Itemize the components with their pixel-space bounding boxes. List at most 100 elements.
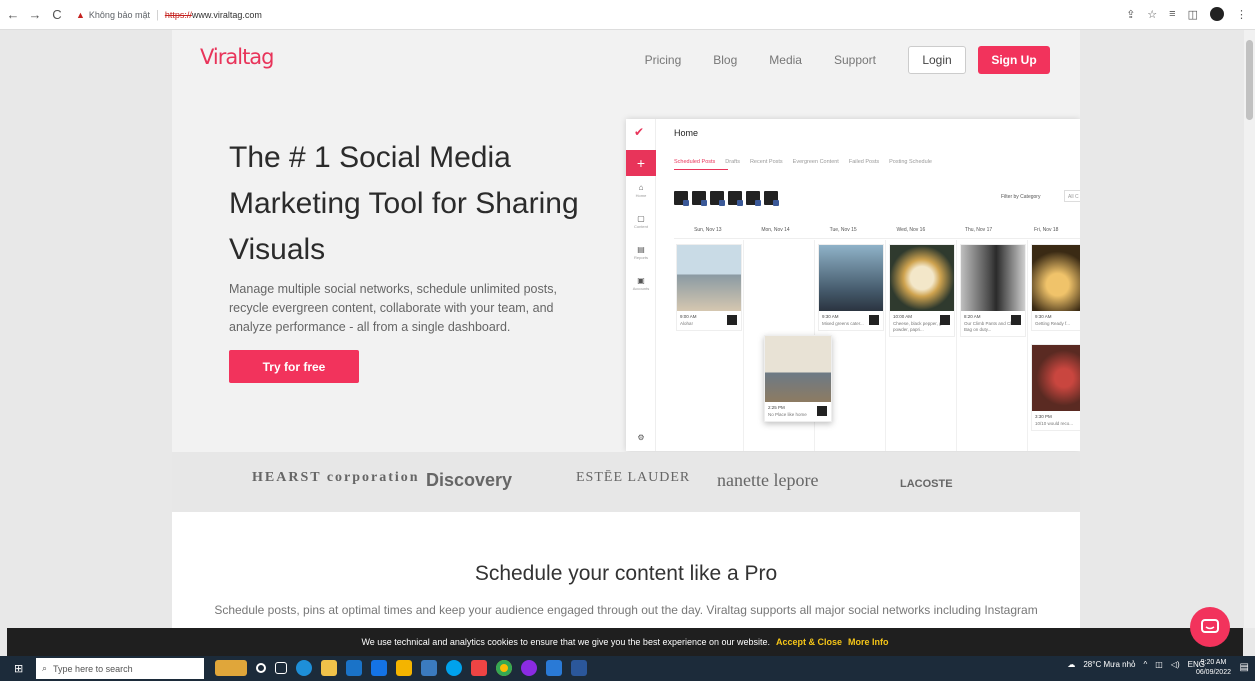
dragged-post-card: 2:25 PM No Place like home (764, 335, 832, 422)
vscode-icon[interactable] (546, 660, 562, 676)
account-avatar (817, 406, 827, 416)
post-time: 9:30 AM (1035, 314, 1052, 319)
nav-blog[interactable]: Blog (713, 53, 737, 67)
task-view-icon[interactable] (275, 662, 287, 674)
url-host[interactable]: www.viraltag.com (192, 10, 262, 20)
account-avatar (728, 191, 743, 206)
account-avatar (710, 191, 725, 206)
network-icon[interactable]: ◫ (1155, 660, 1163, 669)
day-label: Sun, Nov 13 (694, 227, 722, 233)
main-nav: Pricing Blog Media Support Login Sign Up (645, 46, 1050, 74)
mockup-side-content: ▢ Content (626, 214, 656, 229)
url-scheme[interactable]: https:// (165, 10, 192, 20)
windows-taskbar: ⊞ ⌕ Type here to search ☁ 28°C Mưa nhỏ ^… (0, 656, 1255, 681)
site-header: Viraltag Pricing Blog Media Support Logi… (172, 30, 1080, 90)
post-image (961, 245, 1025, 311)
reading-list-icon[interactable]: ≡ (1169, 8, 1175, 20)
mockup-side-reports: ▤ Reports (626, 245, 656, 260)
calendar-column: 9:30 AM Getting Ready f... 3:30 PM 10/10… (1029, 240, 1080, 451)
mockup-calendar-header: Sun, Nov 13 Mon, Nov 14 Tue, Nov 15 Wed,… (674, 227, 1080, 239)
widgets-icon[interactable] (215, 660, 247, 676)
edge-icon[interactable] (296, 660, 312, 676)
app-icon[interactable] (471, 660, 487, 676)
nav-media[interactable]: Media (769, 53, 802, 67)
day-label: Wed, Nov 16 (896, 227, 926, 233)
brand-hearst: HEARST corporation (252, 470, 420, 485)
volume-icon[interactable]: ◁) (1171, 660, 1180, 669)
accounts-icon: ▣ (637, 276, 645, 285)
scrollbar-thumb[interactable] (1246, 40, 1253, 120)
try-for-free-button[interactable]: Try for free (229, 350, 359, 383)
mockup-sidebar: ✔ + ⌂ Home ▢ Content ▤ Reports ▣ Accounts ⚙ (626, 119, 656, 451)
mockup-tab-drafts: Drafts (725, 159, 740, 165)
accept-close-link[interactable]: Accept & Close (776, 637, 842, 647)
post-image (1032, 345, 1080, 411)
post-image (765, 336, 831, 402)
post-card: 9:30 AM Getting Ready f... (1031, 244, 1080, 331)
app-mockup-image: ✔ + ⌂ Home ▢ Content ▤ Reports ▣ Accounts ⚙ … (626, 119, 1080, 451)
reload-button[interactable]: C (48, 7, 66, 22)
mockup-tab-scheduled: Scheduled Posts (674, 159, 716, 165)
url-separator: | (155, 8, 159, 21)
content-icon: ▢ (637, 214, 645, 223)
brand-estee-lauder: ESTĒE LAUDER (576, 470, 691, 485)
weather-text[interactable]: 28°C Mưa nhỏ (1083, 660, 1135, 669)
signup-button[interactable]: Sign Up (978, 46, 1050, 74)
clock-date: 06/09/2022 (1195, 669, 1231, 676)
profile-avatar[interactable] (1210, 7, 1224, 21)
post-card: 9:00 AM Aloha! (676, 244, 742, 331)
calendar-column: 9:00 AM Aloha! (674, 240, 744, 451)
skype-icon[interactable] (446, 660, 462, 676)
more-info-link[interactable]: More Info (848, 637, 889, 647)
weather-icon[interactable]: ☁ (1067, 660, 1075, 669)
taskbar-search[interactable]: ⌕ Type here to search (36, 658, 204, 679)
share-icon[interactable]: ⇪ (1126, 8, 1135, 21)
tray-chevron-icon[interactable]: ^ (1144, 660, 1148, 669)
chat-icon (1201, 619, 1219, 633)
mail-icon[interactable] (371, 660, 387, 676)
mockup-tab-failed: Failed Posts (848, 159, 880, 165)
viraltag-logo[interactable]: Viraltag (200, 45, 275, 69)
taskbar-clock[interactable]: 9:20 AM 06/09/2022 (1196, 658, 1231, 678)
post-image (819, 245, 883, 311)
post-image (677, 245, 741, 311)
nav-support[interactable]: Support (834, 53, 876, 67)
account-avatar (692, 191, 707, 206)
word-icon[interactable] (571, 660, 587, 676)
account-avatar (746, 191, 761, 206)
database-icon[interactable] (421, 660, 437, 676)
section-title: Schedule your content like a Pro (474, 562, 778, 585)
login-button[interactable]: Login (908, 46, 966, 74)
mockup-logo-icon: ✔ (634, 125, 645, 139)
cortana-icon[interactable] (256, 663, 266, 673)
chat-widget-button[interactable] (1190, 607, 1230, 647)
forward-button[interactable]: → (26, 7, 44, 22)
notification-icon[interactable]: ▤ (1240, 662, 1249, 673)
warning-icon: ▲ (76, 9, 85, 20)
mockup-tab-evergreen: Evergreen Content (792, 159, 839, 165)
browser-icon[interactable] (521, 660, 537, 676)
account-avatar (764, 191, 779, 206)
chrome-icon[interactable] (496, 660, 512, 676)
webpage: Viraltag Pricing Blog Media Support Logi… (172, 30, 1080, 628)
hero-title: The # 1 Social Media Marketing Tool for … (229, 141, 579, 266)
menu-kebab-icon[interactable]: ⋮ (1236, 8, 1247, 21)
bookmark-star-icon[interactable]: ☆ (1147, 8, 1157, 21)
back-button[interactable]: ← (4, 7, 22, 22)
security-status[interactable]: Không bảo mật (89, 10, 150, 20)
system-tray: ☁ 28°C Mưa nhỏ ^ ◫ ◁) ENG (1067, 660, 1205, 669)
mockup-tab-recent: Recent Posts (749, 159, 783, 165)
browser-actions: ⇪ ☆ ≡ ◫ ⋮ (1126, 7, 1247, 21)
nav-pricing[interactable]: Pricing (645, 53, 682, 67)
mockup-settings-icon: ⚙ (637, 433, 645, 442)
mockup-side-home: ⌂ Home (626, 183, 656, 198)
mockup-filter-select: All C (1064, 190, 1080, 202)
account-avatar (727, 315, 737, 325)
home-icon: ⌂ (638, 183, 644, 192)
sticky-notes-icon[interactable] (396, 660, 412, 676)
file-explorer-icon[interactable] (321, 660, 337, 676)
windows-start-icon[interactable]: ⊞ (14, 662, 23, 675)
store-icon[interactable] (346, 660, 362, 676)
brand-lacoste: LACOSTE (900, 478, 953, 490)
side-panel-icon[interactable]: ◫ (1188, 8, 1198, 21)
